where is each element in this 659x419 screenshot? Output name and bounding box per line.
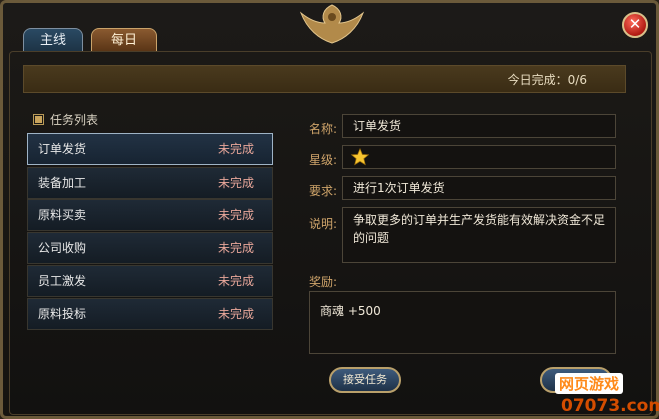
- star-icon: [351, 148, 369, 166]
- quest-name-field: 订单发货: [342, 114, 616, 138]
- task-item-raw-material-trade[interactable]: 原料买卖 未完成: [27, 199, 273, 231]
- task-name: 原料买卖: [38, 208, 87, 222]
- task-list-header[interactable]: 任务列表: [33, 111, 98, 128]
- requirement-label: 要求:: [309, 184, 338, 198]
- site-watermark: 网页游戏 07073.com: [545, 373, 659, 418]
- task-status: 未完成: [217, 307, 254, 321]
- stars-label: 星级:: [309, 153, 338, 167]
- quest-stars-field: [342, 145, 616, 169]
- accept-quest-button[interactable]: 接受任务: [329, 367, 401, 393]
- task-item-raw-material-bid[interactable]: 原料投标 未完成: [27, 298, 273, 330]
- description-label: 说明:: [309, 217, 338, 231]
- task-status: 未完成: [217, 208, 254, 222]
- task-item-company-acquisition[interactable]: 公司收购 未完成: [27, 232, 273, 264]
- task-name: 员工激发: [38, 274, 87, 288]
- close-icon[interactable]: ✕: [622, 12, 648, 38]
- task-name: 订单发货: [38, 142, 87, 156]
- task-status: 未完成: [217, 176, 254, 190]
- quest-description-field: 争取更多的订单并生产发货能有效解决资金不足的问题: [342, 207, 616, 263]
- task-status: 未完成: [217, 241, 254, 255]
- reward-label: 奖励:: [309, 275, 338, 289]
- task-list: 订单发货 未完成 装备加工 未完成 原料买卖 未完成 公司收购 未完成 员工激发…: [27, 133, 273, 333]
- task-list-header-label: 任务列表: [50, 113, 99, 127]
- daily-progress-bar: 今日完成：0/6: [23, 65, 626, 93]
- name-label: 名称:: [309, 122, 338, 136]
- quest-window: 主线 每日 ✕ 今日完成：0/6 任务列表 订单发货 未完成 装备加工 未完成 …: [0, 0, 659, 419]
- task-name: 公司收购: [38, 241, 87, 255]
- tab-main-quest[interactable]: 主线: [23, 28, 83, 52]
- watermark-bottom-text: 07073.com: [561, 396, 659, 416]
- task-item-order-delivery[interactable]: 订单发货 未完成: [27, 133, 273, 165]
- quest-requirement-field: 进行1次订单发货: [342, 176, 616, 200]
- tab-daily[interactable]: 每日: [91, 28, 157, 52]
- task-name: 装备加工: [38, 176, 87, 190]
- task-status: 未完成: [217, 142, 254, 156]
- task-item-staff-motivation[interactable]: 员工激发 未完成: [27, 265, 273, 297]
- task-item-equipment-processing[interactable]: 装备加工 未完成: [27, 167, 273, 199]
- task-status: 未完成: [217, 274, 254, 288]
- task-name: 原料投标: [38, 307, 87, 321]
- reward-box: 商魂 +500: [309, 291, 616, 354]
- daily-progress-text: 今日完成：0/6: [507, 73, 587, 87]
- task-list-checkbox[interactable]: [33, 114, 44, 125]
- eagle-emblem-icon: [299, 4, 365, 44]
- watermark-top-text: 网页游戏: [555, 373, 624, 394]
